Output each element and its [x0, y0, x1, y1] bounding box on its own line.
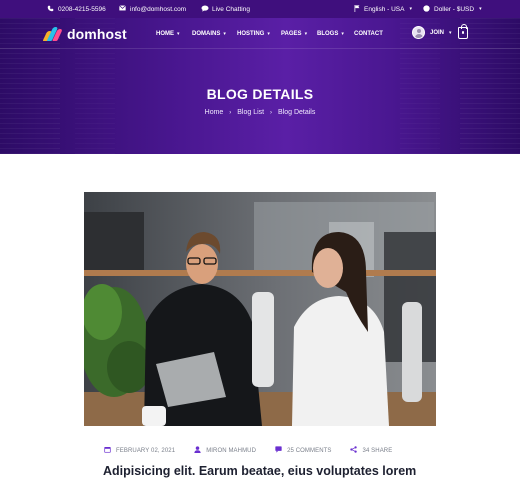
email-address: info@domhost.com: [130, 5, 187, 13]
comment-icon: [274, 446, 282, 455]
currency-selector[interactable]: Doller - $USD ▾: [423, 0, 482, 18]
chat-bubble-icon: [201, 5, 209, 14]
live-chat-link[interactable]: Live Chatting: [201, 0, 250, 18]
office-meeting-illustration: [84, 192, 436, 426]
brand-logo[interactable]: domhost: [42, 26, 127, 42]
nav-item-contact[interactable]: CONTACT: [354, 27, 394, 41]
nav-item-label: PAGES: [281, 31, 302, 37]
post-meta: FEBRUARY 02, 2021 MIRON MAHMUD 25 COMMEN…: [103, 446, 410, 455]
brand-name: domhost: [67, 26, 127, 42]
top-utility-bar: 0208-4215-5596 info@domhost.com Live Cha…: [0, 0, 520, 18]
chevron-down-icon: ▾: [304, 31, 308, 37]
nav-item-label: HOME: [156, 31, 174, 37]
flag-icon: [353, 4, 360, 14]
logo-mark-icon: [42, 27, 63, 41]
envelope-icon: [119, 5, 126, 13]
live-chat-label: Live Chatting: [212, 5, 250, 13]
join-button[interactable]: JOIN ▾: [412, 26, 452, 39]
language-selector[interactable]: English - USA ▾: [353, 0, 412, 18]
nav-item-home[interactable]: HOME ▾: [156, 27, 192, 41]
post-date: FEBRUARY 02, 2021: [103, 446, 175, 455]
phone-number: 0208-4215-5596: [58, 5, 106, 13]
chevron-down-icon: ▾: [267, 31, 270, 37]
language-value: English - USA: [364, 5, 405, 13]
post-comments[interactable]: 25 COMMENTS: [274, 446, 331, 455]
post-title: Adipisicing elit. Earum beatae, eius vol…: [103, 464, 417, 478]
chevron-right-icon: ›: [270, 110, 273, 116]
phone-contact[interactable]: 0208-4215-5596: [47, 0, 106, 18]
nav-item-label: BLOGS: [317, 31, 339, 37]
page-title: BLOG DETAILS: [206, 86, 314, 102]
nav-item-label: DOMAINS: [192, 31, 221, 37]
post-author[interactable]: MIRON MAHMUD: [193, 446, 256, 455]
post-shares-text: 34 SHARE: [362, 447, 393, 454]
chevron-down-icon: ▾: [479, 6, 482, 12]
share-icon: [350, 446, 358, 455]
main-navigation: HOME ▾ DOMAINS ▾ HOSTING ▾ PAGES ▾ BLOGS ▾ CO…: [156, 27, 394, 41]
join-label: JOIN: [430, 29, 445, 36]
breadcrumb-current: Blog Details: [278, 109, 316, 116]
nav-item-blogs[interactable]: BLOGS ▾: [317, 27, 354, 41]
chevron-down-icon: ▾: [223, 31, 226, 37]
blog-featured-image: [84, 192, 436, 426]
chevron-down-icon: ▾: [409, 6, 412, 12]
currency-value: Doller - $USD: [434, 5, 475, 13]
post-date-text: FEBRUARY 02, 2021: [116, 447, 176, 454]
nav-item-hosting[interactable]: HOSTING ▾: [237, 27, 281, 41]
nav-item-domains[interactable]: DOMAINS ▾: [192, 27, 237, 41]
chevron-down-icon: ▾: [177, 31, 180, 37]
nav-item-label: HOSTING: [237, 31, 265, 37]
post-comments-text: 25 COMMENTS: [287, 447, 332, 454]
user-icon: [193, 446, 201, 455]
globe-icon: [423, 4, 430, 14]
shopping-bag-icon[interactable]: [458, 24, 468, 39]
nav-item-label: CONTACT: [354, 31, 383, 37]
breadcrumb-blog-list[interactable]: Blog List: [237, 109, 264, 116]
breadcrumb-home[interactable]: Home: [205, 109, 224, 116]
post-author-text: MIRON MAHMUD: [206, 447, 257, 454]
nav-item-pages[interactable]: PAGES ▾: [281, 27, 317, 41]
chevron-down-icon: ▾: [341, 31, 344, 37]
calendar-icon: [103, 446, 111, 455]
breadcrumb: Home › Blog List › Blog Details: [0, 109, 520, 116]
email-contact[interactable]: info@domhost.com: [119, 0, 186, 18]
phone-icon: [47, 5, 54, 14]
header-divider: [0, 48, 520, 49]
chevron-right-icon: ›: [229, 110, 232, 116]
post-shares[interactable]: 34 SHARE: [350, 446, 393, 455]
chevron-down-icon: ▾: [449, 29, 452, 36]
avatar-icon: [412, 26, 425, 39]
